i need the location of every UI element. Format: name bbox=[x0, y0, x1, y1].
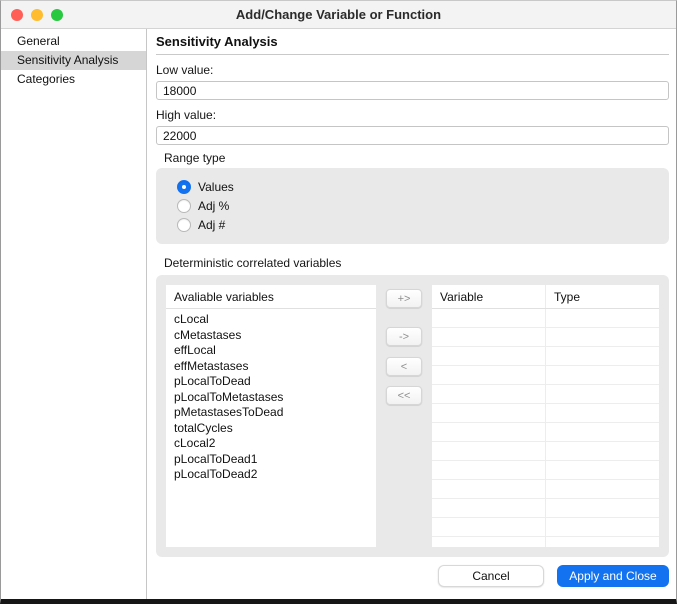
list-item[interactable]: pLocalToDead1 bbox=[166, 452, 376, 468]
correlated-variables-group: Avaliable variables cLocal cMetastases e… bbox=[156, 275, 669, 557]
list-item[interactable]: cLocal2 bbox=[166, 436, 376, 452]
move-left-button[interactable]: < bbox=[386, 357, 422, 376]
window-title: Add/Change Variable or Function bbox=[235, 7, 442, 22]
sidebar-item-general[interactable]: General bbox=[1, 32, 146, 51]
table-header-row: Variable Type bbox=[432, 285, 659, 309]
low-value-input[interactable] bbox=[156, 81, 669, 100]
traffic-lights bbox=[11, 8, 63, 21]
range-type-label: Range type bbox=[164, 151, 226, 165]
radio-unselected-icon bbox=[177, 199, 191, 213]
low-value-label: Low value: bbox=[156, 63, 214, 77]
list-item[interactable]: pLocalToDead2 bbox=[166, 467, 376, 483]
titlebar: Add/Change Variable or Function bbox=[1, 1, 676, 29]
radio-selected-icon bbox=[177, 180, 191, 194]
list-item[interactable]: pMetastasesToDead bbox=[166, 405, 376, 421]
move-all-left-button[interactable]: << bbox=[386, 386, 422, 405]
radio-option-values[interactable]: Values bbox=[177, 178, 669, 196]
available-variables-header: Avaliable variables bbox=[166, 285, 376, 309]
column-header-variable: Variable bbox=[440, 290, 484, 304]
table-empty-rows bbox=[432, 309, 659, 547]
selected-variables-table[interactable]: Variable Type bbox=[432, 285, 659, 547]
high-value-label: High value: bbox=[156, 108, 217, 122]
sidebar-item-sensitivity-analysis[interactable]: Sensitivity Analysis bbox=[1, 51, 146, 70]
sidebar: General Sensitivity Analysis Categories bbox=[1, 29, 147, 599]
minimize-window-button[interactable] bbox=[31, 8, 43, 21]
correlated-variables-label: Deterministic correlated variables bbox=[164, 256, 342, 270]
dialog-window: Add/Change Variable or Function General … bbox=[0, 0, 677, 604]
radio-option-adj-number[interactable]: Adj # bbox=[177, 216, 669, 234]
close-window-button[interactable] bbox=[11, 8, 23, 21]
available-variables-list[interactable]: Avaliable variables cLocal cMetastases e… bbox=[166, 285, 376, 547]
dialog-footer: Cancel Apply and Close bbox=[156, 565, 669, 599]
cancel-button[interactable]: Cancel bbox=[438, 565, 544, 587]
radio-option-label: Adj # bbox=[198, 218, 226, 232]
radio-unselected-icon bbox=[177, 218, 191, 232]
main-panel: Sensitivity Analysis Low value: High val… bbox=[147, 29, 676, 599]
zoom-window-button[interactable] bbox=[51, 8, 63, 21]
radio-option-adj-percent[interactable]: Adj % bbox=[177, 197, 669, 215]
transfer-buttons: +> -> < << bbox=[376, 285, 432, 547]
move-right-button[interactable]: -> bbox=[386, 327, 422, 346]
apply-and-close-button[interactable]: Apply and Close bbox=[557, 565, 669, 587]
list-item[interactable]: totalCycles bbox=[166, 421, 376, 437]
radio-option-label: Adj % bbox=[198, 199, 230, 213]
available-variables-items: cLocal cMetastases effLocal effMetastase… bbox=[166, 309, 376, 547]
high-value-input[interactable] bbox=[156, 126, 669, 145]
list-item[interactable]: effLocal bbox=[166, 343, 376, 359]
list-item[interactable]: cLocal bbox=[166, 312, 376, 328]
list-item[interactable]: cMetastases bbox=[166, 328, 376, 344]
range-type-group: Values Adj % Adj # bbox=[156, 168, 669, 244]
list-item[interactable]: effMetastases bbox=[166, 359, 376, 375]
list-item[interactable]: pLocalToMetastases bbox=[166, 390, 376, 406]
sidebar-item-categories[interactable]: Categories bbox=[1, 70, 146, 89]
page-title: Sensitivity Analysis bbox=[156, 31, 669, 55]
column-header-type: Type bbox=[545, 285, 659, 308]
list-item[interactable]: pLocalToDead bbox=[166, 374, 376, 390]
radio-option-label: Values bbox=[198, 180, 234, 194]
dialog-body: General Sensitivity Analysis Categories … bbox=[1, 29, 676, 599]
add-correlated-button[interactable]: +> bbox=[386, 289, 422, 308]
